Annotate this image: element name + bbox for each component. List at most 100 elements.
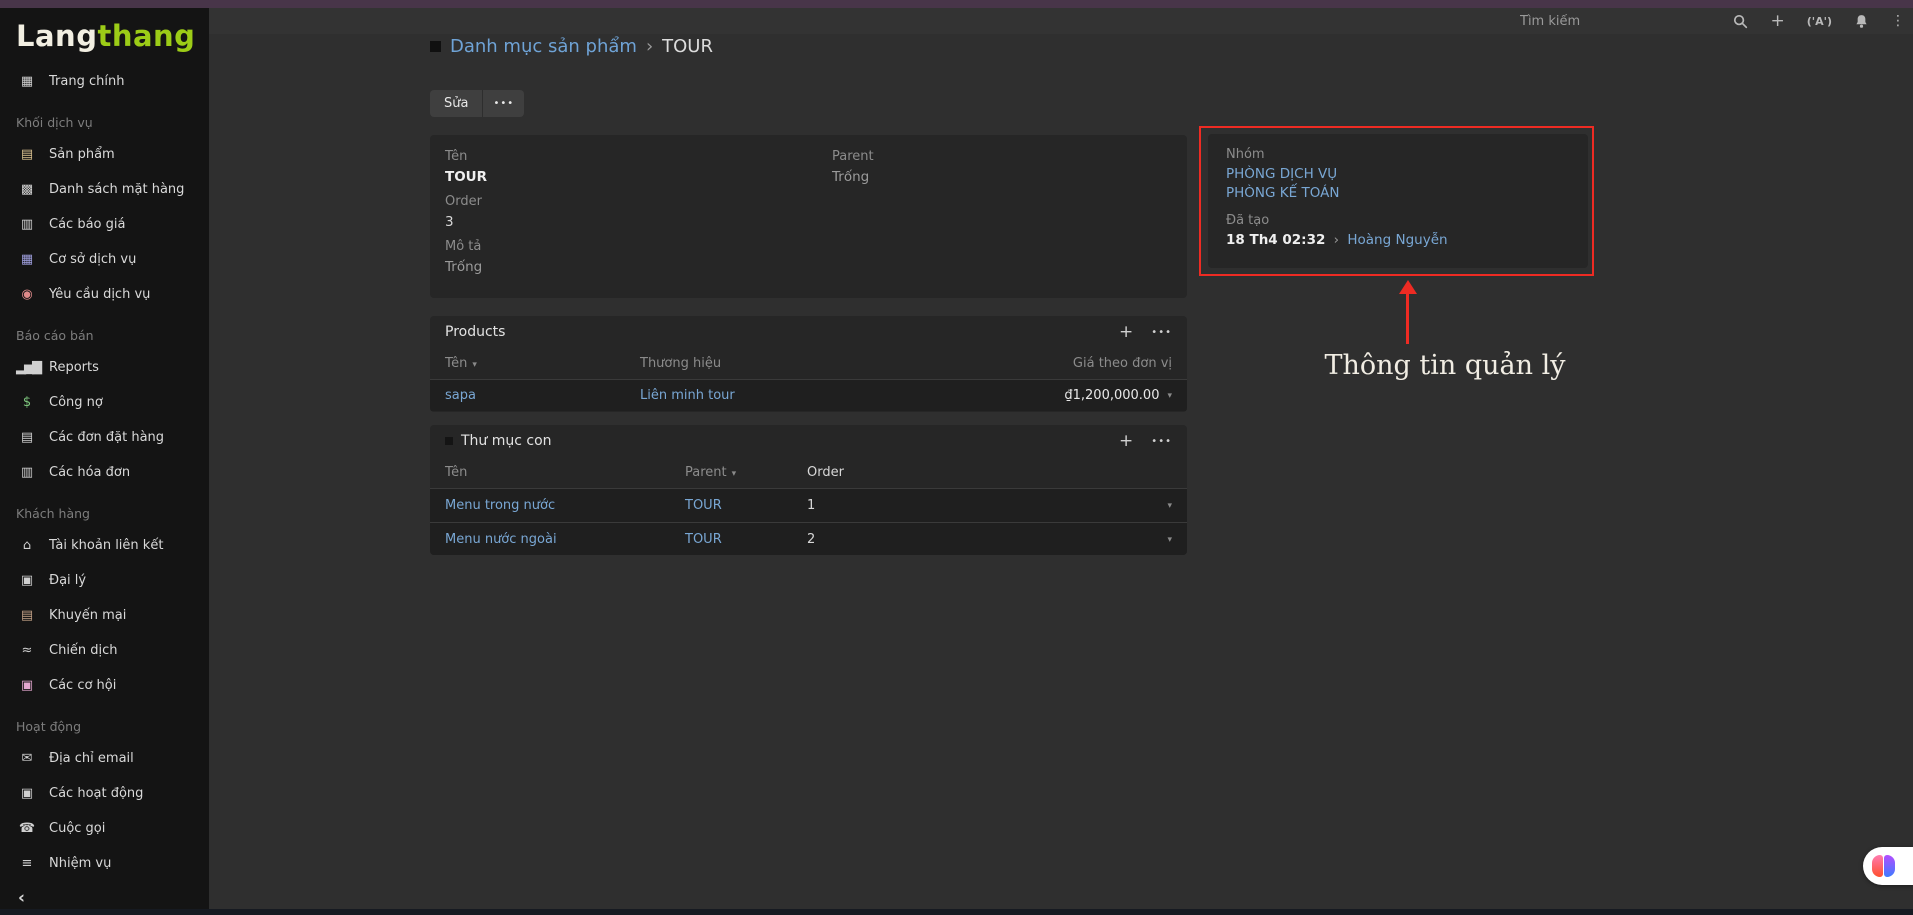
field-value: Trống bbox=[832, 169, 1172, 185]
sidebar-item-nhiem-vu[interactable]: ≡ Nhiệm vụ bbox=[0, 846, 209, 881]
sidebar-item-cac-hoa-don[interactable]: ▥ Các hóa đơn bbox=[0, 455, 209, 490]
column-gia-theo-don-vi[interactable]: Giá theo đơn vị bbox=[952, 356, 1172, 371]
chart-line-icon: ≈ bbox=[16, 643, 36, 658]
broadcast-icon[interactable]: ('A') bbox=[1807, 16, 1832, 27]
navbar-icons: + ('A') ⋮ bbox=[1733, 8, 1905, 34]
breadcrumb-separator: › bbox=[646, 36, 653, 57]
logo-part-1: Lang bbox=[16, 19, 97, 53]
row-dropdown-icon[interactable]: ▾ bbox=[1167, 535, 1172, 545]
chevron-left-icon: ‹ bbox=[18, 888, 25, 908]
add-subfolder-button[interactable]: + bbox=[1119, 433, 1133, 450]
field-mo-ta: Mô tả Trống bbox=[445, 239, 832, 275]
sidebar-item-dia-chi-email[interactable]: ✉ Địa chỉ email bbox=[0, 741, 209, 776]
sidebar-item-cac-don-dat-hang[interactable]: ▤ Các đơn đặt hàng bbox=[0, 420, 209, 455]
sidebar: Langthang ▦ Trang chính Khối dịch vụ ▤ S… bbox=[0, 8, 209, 909]
sidebar-item-label: Cơ sở dịch vụ bbox=[49, 252, 136, 267]
sidebar-item-trang-chinh[interactable]: ▦ Trang chính bbox=[0, 64, 209, 99]
sidebar-item-cong-no[interactable]: $ Công nợ bbox=[0, 385, 209, 420]
menu-dots-icon[interactable]: ⋮ bbox=[1891, 14, 1905, 28]
created-label: Đã tạo bbox=[1226, 213, 1570, 228]
sidebar-item-khuyen-mai[interactable]: ▤ Khuyến mại bbox=[0, 598, 209, 633]
product-price: ₫1,200,000.00 bbox=[1064, 388, 1159, 403]
table-row: sapa Liên minh tour ₫1,200,000.00 ▾ bbox=[430, 379, 1187, 411]
envelope-icon: ✉ bbox=[16, 751, 36, 766]
panel-menu-button[interactable]: ••• bbox=[1151, 327, 1172, 338]
subfolders-column-header: Tên Parent▾ Order bbox=[430, 457, 1187, 488]
sidebar-item-reports[interactable]: ▂▅▇ Reports bbox=[0, 350, 209, 385]
field-value: TOUR bbox=[445, 169, 832, 185]
column-ten[interactable]: Tên bbox=[445, 465, 685, 480]
file-invoice-dollar-icon: ▥ bbox=[16, 217, 36, 232]
product-brand-link[interactable]: Liên minh tour bbox=[640, 388, 735, 403]
sidebar-item-label: Các đơn đặt hàng bbox=[49, 430, 164, 445]
panel-title: Thư mục con bbox=[461, 433, 552, 449]
address-card-icon: ▣ bbox=[16, 678, 36, 693]
breadcrumb-parent-link[interactable]: Danh mục sản phẩm bbox=[450, 36, 637, 57]
sidebar-item-cuoc-goi[interactable]: ☎ Cuộc gọi bbox=[0, 811, 209, 846]
sidebar-group-khoi-dich-vu: Khối dịch vụ bbox=[0, 99, 209, 137]
cash-register-icon: ▤ bbox=[16, 147, 36, 162]
order-file-icon: ▤ bbox=[16, 430, 36, 445]
created-separator: › bbox=[1334, 232, 1339, 248]
sidebar-item-cac-co-hoi[interactable]: ▣ Các cơ hội bbox=[0, 668, 209, 703]
app-logo[interactable]: Langthang bbox=[0, 8, 209, 64]
sidebar-item-danh-sach-mat-hang[interactable]: ▩ Danh sách mặt hàng bbox=[0, 172, 209, 207]
grid-icon: ▩ bbox=[16, 182, 36, 197]
annotation-text: Thông tin quản lý bbox=[1300, 350, 1590, 381]
sidebar-item-chien-dich[interactable]: ≈ Chiến dịch bbox=[0, 633, 209, 668]
field-value: Trống bbox=[445, 259, 832, 275]
column-parent[interactable]: Parent▾ bbox=[685, 465, 807, 480]
subfolder-name-link[interactable]: Menu nước ngoài bbox=[445, 532, 557, 547]
subfolder-parent-link[interactable]: TOUR bbox=[685, 498, 722, 513]
building-icon: ⌂ bbox=[16, 538, 36, 553]
row-dropdown-icon[interactable]: ▾ bbox=[1167, 501, 1172, 511]
column-ten[interactable]: Tên▾ bbox=[445, 356, 640, 371]
sidebar-item-label: Tài khoản liên kết bbox=[49, 538, 163, 553]
app-root: + ('A') ⋮ Langthang ▦ Trang chính Khối d… bbox=[0, 0, 1913, 915]
subfolder-parent-link[interactable]: TOUR bbox=[685, 532, 722, 547]
sidebar-item-label: Yêu cầu dịch vụ bbox=[49, 287, 150, 302]
sidebar-item-co-so-dich-vu[interactable]: ▦ Cơ sở dịch vụ bbox=[0, 242, 209, 277]
assistant-extension-button[interactable] bbox=[1863, 847, 1913, 885]
edit-button[interactable]: Sửa bbox=[430, 90, 482, 117]
sort-caret-icon: ▾ bbox=[472, 360, 477, 370]
panel-menu-button[interactable]: ••• bbox=[1151, 436, 1172, 447]
row-dropdown-icon[interactable]: ▾ bbox=[1167, 391, 1172, 401]
subfolder-order: 2 bbox=[807, 532, 815, 547]
team-link[interactable]: PHÒNG DỊCH VỤ bbox=[1226, 166, 1570, 182]
subfolder-order: 1 bbox=[807, 498, 815, 513]
brain-icon bbox=[1872, 855, 1895, 877]
add-product-button[interactable]: + bbox=[1119, 324, 1133, 341]
sidebar-item-label: Công nợ bbox=[49, 395, 103, 410]
grid-icon: ▦ bbox=[16, 252, 36, 267]
sidebar-item-dai-ly[interactable]: ▣ Đại lý bbox=[0, 563, 209, 598]
sidebar-item-cac-bao-gia[interactable]: ▥ Các báo giá bbox=[0, 207, 209, 242]
sidebar-group-hoat-dong: Hoạt động bbox=[0, 703, 209, 741]
sidebar-item-san-pham[interactable]: ▤ Sản phẩm bbox=[0, 137, 209, 172]
global-search-input[interactable] bbox=[1520, 10, 1730, 32]
product-name-link[interactable]: sapa bbox=[445, 388, 476, 403]
team-link[interactable]: PHÒNG KẾ TOÁN bbox=[1226, 185, 1570, 201]
calendar-check-icon: ▣ bbox=[16, 786, 36, 801]
sidebar-item-label: Địa chỉ email bbox=[49, 751, 134, 766]
search-icon[interactable] bbox=[1733, 14, 1748, 29]
bell-icon[interactable] bbox=[1854, 14, 1869, 29]
sidebar-item-cac-hoat-dong[interactable]: ▣ Các hoạt động bbox=[0, 776, 209, 811]
column-thuong-hieu[interactable]: Thương hiệu bbox=[640, 356, 952, 371]
created-by-link[interactable]: Hoàng Nguyễn bbox=[1347, 232, 1447, 248]
bottom-edge-strip bbox=[0, 909, 1913, 915]
subfolder-name-link[interactable]: Menu trong nước bbox=[445, 498, 555, 513]
dollar-icon: $ bbox=[16, 395, 36, 410]
quick-create-plus-icon[interactable]: + bbox=[1770, 13, 1784, 30]
detail-panel: Tên TOUR Parent Trống Order 3 Mô tả Trốn… bbox=[430, 135, 1187, 298]
table-row: Menu nước ngoài TOUR 2 ▾ bbox=[430, 522, 1187, 555]
panel-bullet-icon bbox=[445, 437, 453, 445]
column-order[interactable]: Order bbox=[807, 465, 1172, 480]
top-accent-strip bbox=[0, 0, 1913, 8]
products-panel: Products + ••• Tên▾ Thương hiệu Giá theo… bbox=[430, 316, 1187, 412]
sidebar-item-yeu-cau-dich-vu[interactable]: ◉ Yêu cầu dịch vụ bbox=[0, 277, 209, 312]
sort-caret-icon: ▾ bbox=[732, 469, 737, 479]
sidebar-item-tai-khoan-lien-ket[interactable]: ⌂ Tài khoản liên kết bbox=[0, 528, 209, 563]
sidebar-group-bao-cao-ban: Báo cáo bán bbox=[0, 312, 209, 350]
more-actions-button[interactable]: ••• bbox=[483, 90, 524, 117]
